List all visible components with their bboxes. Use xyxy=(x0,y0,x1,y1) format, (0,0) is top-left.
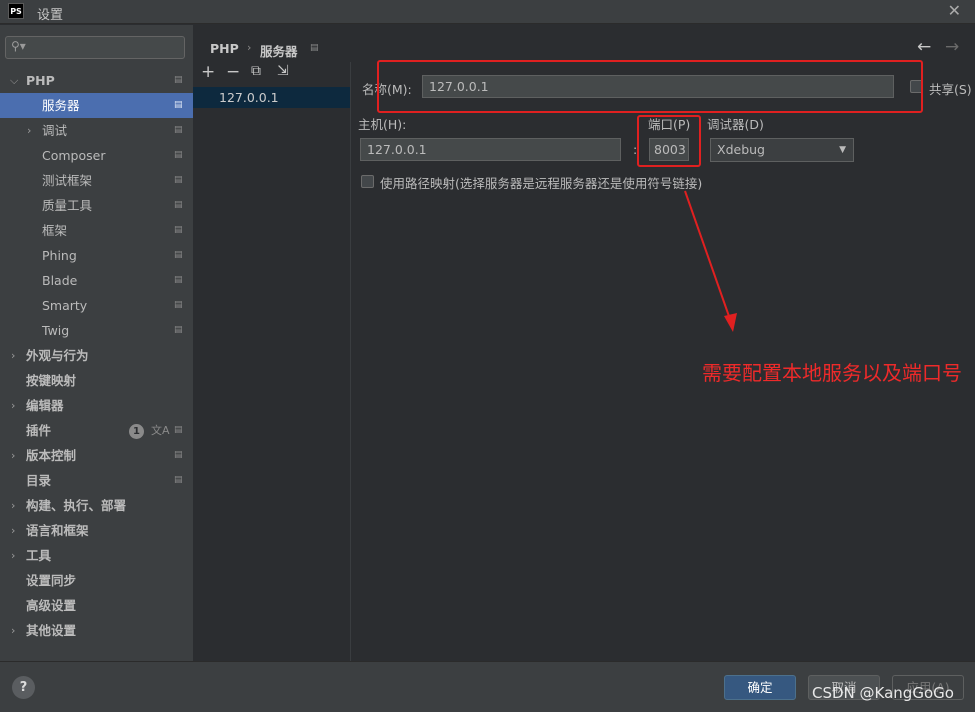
csdn-watermark: CSDN @KangGoGo xyxy=(812,684,954,702)
help-button[interactable]: ? xyxy=(12,676,35,699)
annotation-text: 需要配置本地服务以及端口号 xyxy=(702,361,962,385)
ok-button[interactable]: 确定 xyxy=(724,675,796,700)
dialog-footer: ? 确定 取消 应用(A) CSDN @KangGoGo xyxy=(0,661,975,712)
annotation-arrow xyxy=(684,190,737,332)
